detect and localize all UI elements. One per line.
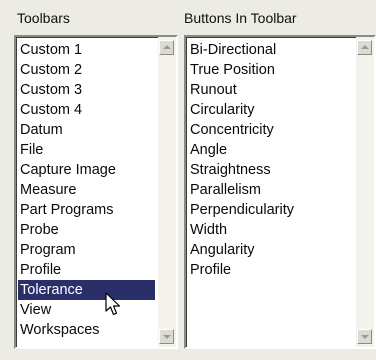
button-item-angle[interactable]: Angle	[188, 140, 353, 160]
toolbar-item-workspaces[interactable]: Workspaces	[18, 320, 155, 340]
buttons-in-toolbar-list: Bi-Directional True Position Runout Circ…	[188, 40, 353, 280]
toolbars-scrollbar[interactable]	[158, 37, 176, 347]
toolbar-item-custom-1[interactable]: Custom 1	[18, 40, 155, 60]
button-item-width[interactable]: Width	[188, 220, 353, 240]
mouse-pointer-icon	[105, 292, 121, 316]
toolbar-item-measure[interactable]: Measure	[18, 180, 155, 200]
toolbar-item-tolerance[interactable]: Tolerance	[18, 280, 155, 300]
toolbar-item-profile[interactable]: Profile	[18, 260, 155, 280]
buttons-scroll-up-button[interactable]	[357, 40, 372, 55]
buttons-in-toolbar-label: Buttons In Toolbar	[184, 10, 297, 26]
scroll-up-arrow-icon	[163, 45, 171, 49]
button-item-bi-directional[interactable]: Bi-Directional	[188, 40, 353, 60]
toolbar-item-probe[interactable]: Probe	[18, 220, 155, 240]
buttons-in-toolbar-listbox[interactable]: Bi-Directional True Position Runout Circ…	[184, 35, 376, 349]
scroll-up-arrow-icon	[361, 45, 369, 49]
toolbar-item-custom-4[interactable]: Custom 4	[18, 100, 155, 120]
button-item-straightness[interactable]: Straightness	[188, 160, 353, 180]
button-item-concentricity[interactable]: Concentricity	[188, 120, 353, 140]
toolbar-item-file[interactable]: File	[18, 140, 155, 160]
toolbars-scroll-up-button[interactable]	[159, 40, 174, 55]
button-item-parallelism[interactable]: Parallelism	[188, 180, 353, 200]
toolbar-item-datum[interactable]: Datum	[18, 120, 155, 140]
scroll-down-arrow-icon	[361, 335, 369, 339]
button-item-angularity[interactable]: Angularity	[188, 240, 353, 260]
toolbar-item-custom-3[interactable]: Custom 3	[18, 80, 155, 100]
button-item-perpendicularity[interactable]: Perpendicularity	[188, 200, 353, 220]
button-item-circularity[interactable]: Circularity	[188, 100, 353, 120]
button-item-profile[interactable]: Profile	[188, 260, 353, 280]
toolbar-item-custom-2[interactable]: Custom 2	[18, 60, 155, 80]
toolbar-item-program[interactable]: Program	[18, 240, 155, 260]
toolbars-listbox[interactable]: Custom 1 Custom 2 Custom 3 Custom 4 Datu…	[14, 35, 178, 349]
toolbars-list: Custom 1 Custom 2 Custom 3 Custom 4 Datu…	[18, 40, 155, 340]
toolbar-item-view[interactable]: View	[18, 300, 155, 320]
buttons-scroll-down-button[interactable]	[357, 329, 372, 344]
button-item-runout[interactable]: Runout	[188, 80, 353, 100]
button-item-true-position[interactable]: True Position	[188, 60, 353, 80]
toolbars-scroll-down-button[interactable]	[159, 329, 174, 344]
scroll-down-arrow-icon	[163, 335, 171, 339]
buttons-scrollbar[interactable]	[356, 37, 374, 347]
toolbar-item-capture-image[interactable]: Capture Image	[18, 160, 155, 180]
toolbar-item-part-programs[interactable]: Part Programs	[18, 200, 155, 220]
toolbars-label: Toolbars	[17, 10, 70, 26]
